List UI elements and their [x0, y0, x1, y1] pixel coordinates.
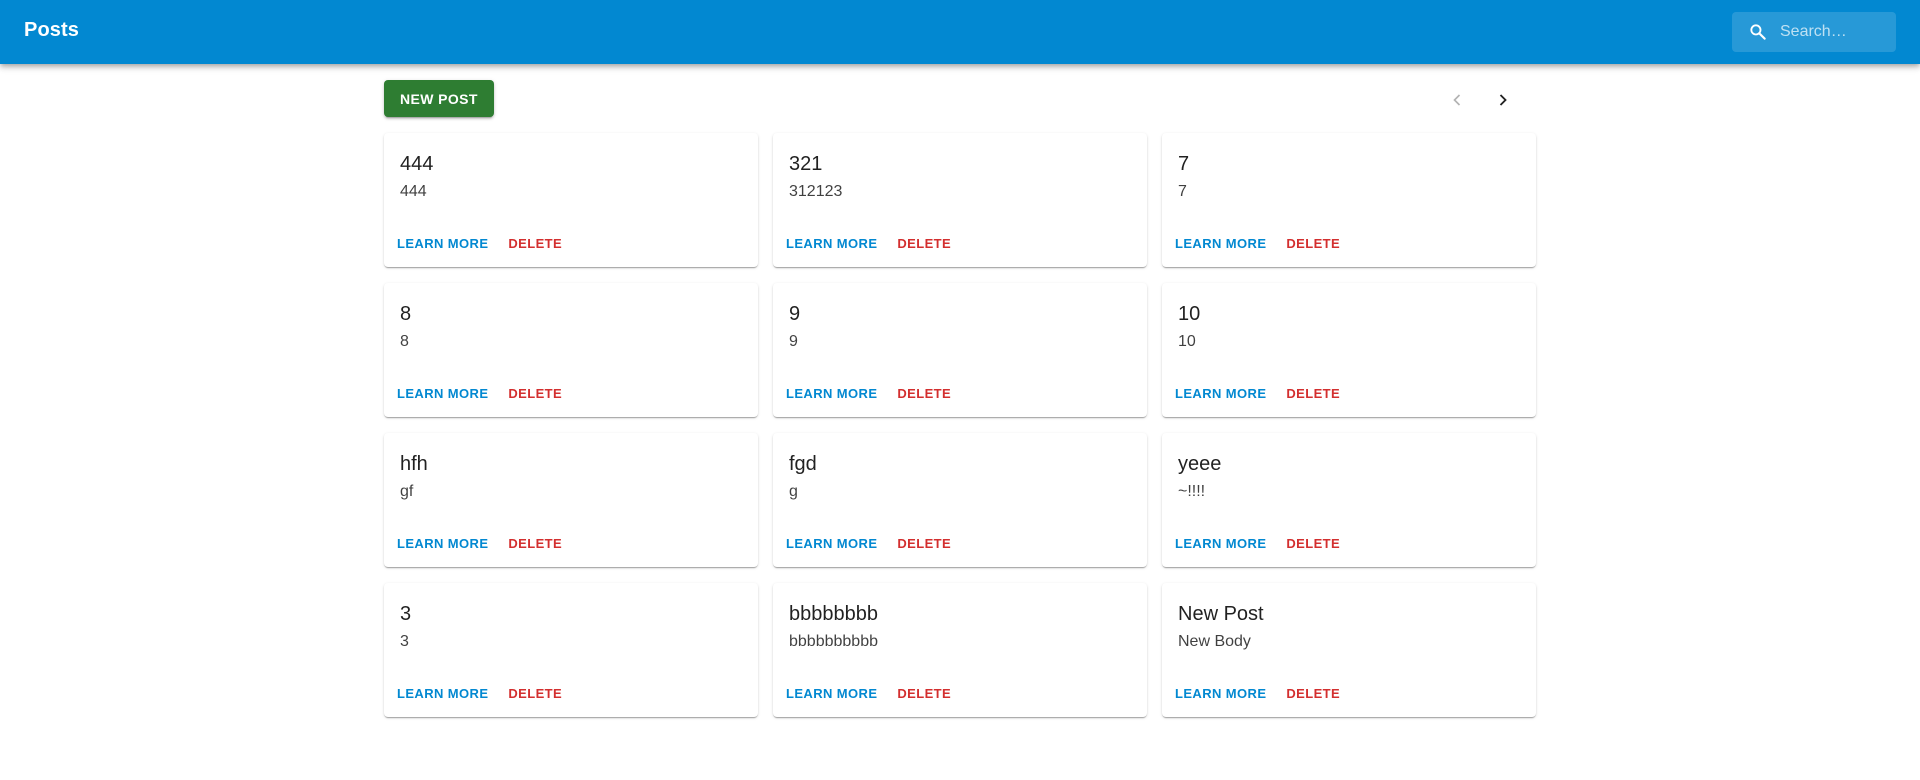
- learn-more-button[interactable]: LEARN MORE: [392, 382, 493, 405]
- post-title: yeee: [1178, 453, 1222, 475]
- post-actions: LEARN MORE DELETE: [1170, 682, 1345, 705]
- post-actions: LEARN MORE DELETE: [1170, 382, 1345, 405]
- delete-button[interactable]: DELETE: [503, 532, 567, 555]
- post-card: 10 10 LEARN MORE DELETE: [1162, 283, 1536, 417]
- post-actions: LEARN MORE DELETE: [781, 232, 956, 255]
- learn-more-button[interactable]: LEARN MORE: [1170, 532, 1271, 555]
- learn-more-button[interactable]: LEARN MORE: [1170, 232, 1271, 255]
- post-body: 312123: [789, 183, 843, 200]
- post-title: 10: [1178, 303, 1201, 325]
- learn-more-button[interactable]: LEARN MORE: [392, 682, 493, 705]
- post-actions: LEARN MORE DELETE: [392, 682, 567, 705]
- post-actions: LEARN MORE DELETE: [781, 382, 956, 405]
- post-card: bbbbbbbb bbbbbbbbbb LEARN MORE DELETE: [773, 583, 1147, 717]
- post-actions: LEARN MORE DELETE: [781, 682, 956, 705]
- learn-more-button[interactable]: LEARN MORE: [392, 532, 493, 555]
- post-title: New Post: [1178, 603, 1264, 625]
- delete-button[interactable]: DELETE: [1281, 232, 1345, 255]
- next-page-button[interactable]: [1485, 82, 1521, 118]
- delete-button[interactable]: DELETE: [1281, 382, 1345, 405]
- app-bar: Posts: [0, 0, 1920, 64]
- delete-button[interactable]: DELETE: [503, 682, 567, 705]
- post-title: 321: [789, 153, 823, 175]
- post-card: fgd g LEARN MORE DELETE: [773, 433, 1147, 567]
- learn-more-button[interactable]: LEARN MORE: [392, 232, 493, 255]
- post-body: 9: [789, 333, 798, 350]
- post-title: bbbbbbbb: [789, 603, 878, 625]
- previous-page-button[interactable]: [1439, 82, 1475, 118]
- post-actions: LEARN MORE DELETE: [1170, 532, 1345, 555]
- post-title: 7: [1178, 153, 1190, 175]
- post-card: New Post New Body LEARN MORE DELETE: [1162, 583, 1536, 717]
- learn-more-button[interactable]: LEARN MORE: [781, 382, 882, 405]
- posts-toolbar: NEW POST: [384, 80, 1536, 118]
- post-card: yeee ~!!!! LEARN MORE DELETE: [1162, 433, 1536, 567]
- post-card: 321 312123 LEARN MORE DELETE: [773, 133, 1147, 267]
- post-body: 7: [1178, 183, 1187, 200]
- delete-button[interactable]: DELETE: [1281, 532, 1345, 555]
- new-post-button[interactable]: NEW POST: [384, 80, 494, 117]
- learn-more-button[interactable]: LEARN MORE: [781, 232, 882, 255]
- post-title: fgd: [789, 453, 817, 475]
- post-body: bbbbbbbbbb: [789, 633, 878, 650]
- search-icon: [1750, 24, 1766, 40]
- post-body: g: [789, 483, 798, 500]
- post-body: 10: [1178, 333, 1196, 350]
- post-actions: LEARN MORE DELETE: [781, 532, 956, 555]
- delete-button[interactable]: DELETE: [503, 382, 567, 405]
- posts-grid: 444 444 LEARN MORE DELETE 321 312123 LEA…: [384, 133, 1536, 717]
- learn-more-button[interactable]: LEARN MORE: [1170, 382, 1271, 405]
- post-title: 444: [400, 153, 434, 175]
- delete-button[interactable]: DELETE: [892, 232, 956, 255]
- app-title: Posts: [24, 19, 79, 41]
- learn-more-button[interactable]: LEARN MORE: [781, 532, 882, 555]
- delete-button[interactable]: DELETE: [892, 682, 956, 705]
- post-body: gf: [400, 483, 414, 500]
- post-card: 444 444 LEARN MORE DELETE: [384, 133, 758, 267]
- post-body: 8: [400, 333, 409, 350]
- post-body: 3: [400, 633, 409, 650]
- delete-button[interactable]: DELETE: [1281, 682, 1345, 705]
- post-actions: LEARN MORE DELETE: [392, 382, 567, 405]
- post-title: 9: [789, 303, 801, 325]
- post-actions: LEARN MORE DELETE: [392, 532, 567, 555]
- post-card: 7 7 LEARN MORE DELETE: [1162, 133, 1536, 267]
- post-title: 3: [400, 603, 412, 625]
- delete-button[interactable]: DELETE: [503, 232, 567, 255]
- search-input[interactable]: [1780, 12, 1890, 52]
- post-actions: LEARN MORE DELETE: [1170, 232, 1345, 255]
- post-body: New Body: [1178, 633, 1251, 650]
- learn-more-button[interactable]: LEARN MORE: [781, 682, 882, 705]
- post-body: ~!!!!: [1178, 483, 1206, 500]
- chevron-right-icon: [1499, 94, 1507, 106]
- post-body: 444: [400, 183, 427, 200]
- post-card: 8 8 LEARN MORE DELETE: [384, 283, 758, 417]
- post-title: 8: [400, 303, 412, 325]
- post-actions: LEARN MORE DELETE: [392, 232, 567, 255]
- post-card: 3 3 LEARN MORE DELETE: [384, 583, 758, 717]
- post-title: hfh: [400, 453, 428, 475]
- chevron-left-icon: [1453, 94, 1461, 106]
- learn-more-button[interactable]: LEARN MORE: [1170, 682, 1271, 705]
- delete-button[interactable]: DELETE: [892, 532, 956, 555]
- search-box[interactable]: [1732, 12, 1896, 52]
- delete-button[interactable]: DELETE: [892, 382, 956, 405]
- post-card: 9 9 LEARN MORE DELETE: [773, 283, 1147, 417]
- post-card: hfh gf LEARN MORE DELETE: [384, 433, 758, 567]
